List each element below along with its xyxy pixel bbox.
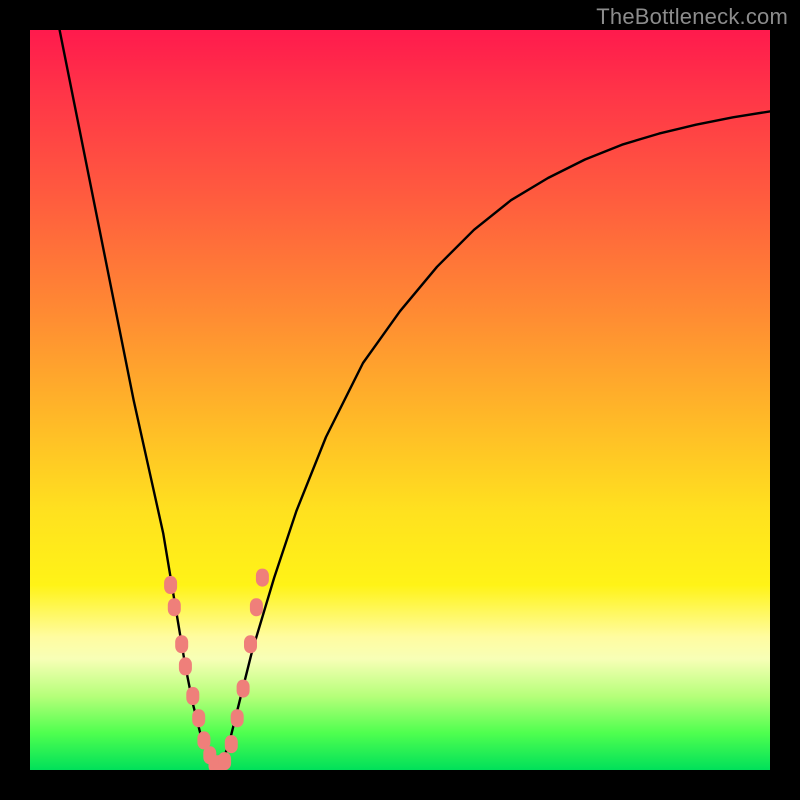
watermark-text: TheBottleneck.com: [596, 4, 788, 30]
chart-svg: [30, 30, 770, 770]
marker-dot: [179, 657, 192, 675]
marker-dot: [168, 598, 181, 616]
bottleneck-curve: [60, 30, 770, 770]
marker-group: [164, 569, 269, 770]
marker-dot: [164, 576, 177, 594]
marker-dot: [237, 680, 250, 698]
chart-frame: TheBottleneck.com: [0, 0, 800, 800]
curve-line: [60, 30, 770, 770]
marker-dot: [244, 635, 257, 653]
marker-dot: [186, 687, 199, 705]
marker-dot: [231, 709, 244, 727]
marker-dot: [256, 569, 269, 587]
plot-area: [30, 30, 770, 770]
marker-dot: [225, 735, 238, 753]
marker-dot: [250, 598, 263, 616]
marker-dot: [218, 752, 231, 770]
marker-dot: [192, 709, 205, 727]
marker-dot: [175, 635, 188, 653]
